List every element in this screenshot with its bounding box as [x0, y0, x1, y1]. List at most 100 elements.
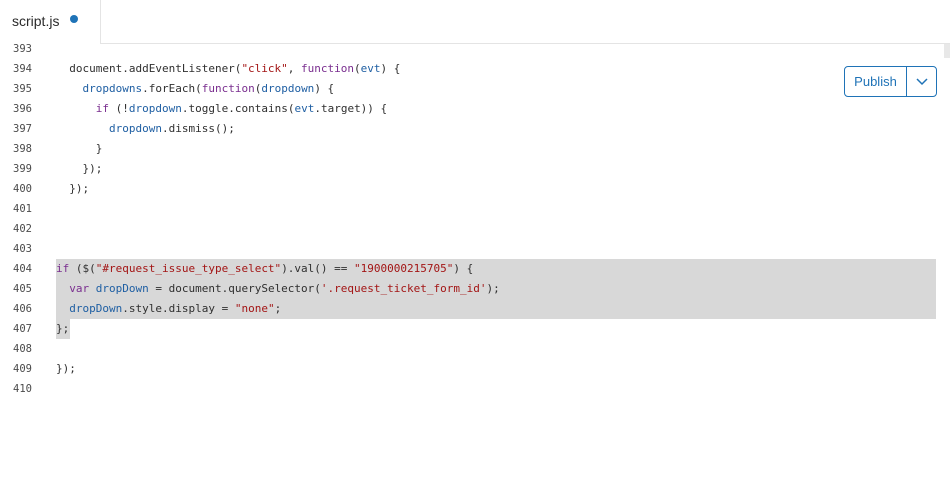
- tab-bar: script.js: [0, 0, 950, 44]
- code-line[interactable]: 405 var dropDown = document.querySelecto…: [0, 279, 950, 299]
- code-line[interactable]: 394 document.addEventListener("click", f…: [0, 59, 950, 79]
- code-line[interactable]: 399 });: [0, 159, 950, 179]
- code-token: .dismiss();: [161, 122, 235, 135]
- line-number: 394: [13, 63, 32, 75]
- code-token: .forEach(: [142, 82, 202, 95]
- code-line[interactable]: 398 }: [0, 139, 950, 159]
- publish-dropdown-button[interactable]: [907, 67, 936, 96]
- code-token: = document.querySelector(: [148, 282, 321, 295]
- code-token: (!: [109, 102, 129, 115]
- code-token: );: [486, 282, 500, 295]
- code-token: (: [354, 62, 361, 75]
- code-line[interactable]: 400 });: [0, 179, 950, 199]
- line-number: 399: [13, 163, 32, 175]
- code-text: var dropDown = document.querySelector('.…: [56, 279, 500, 299]
- code-token: ,: [287, 62, 302, 75]
- code-token: if: [56, 262, 70, 275]
- code-token: .toggle.contains(: [181, 102, 295, 115]
- line-number: 393: [13, 43, 32, 55]
- code-token: .target)) {: [314, 102, 388, 115]
- code-token: document.addEventListener(: [56, 62, 242, 75]
- code-text: });: [56, 159, 102, 179]
- unsaved-indicator-icon: [70, 15, 78, 23]
- code-token: ;: [274, 302, 282, 315]
- chevron-down-icon: [915, 77, 928, 85]
- code-line[interactable]: 407};: [0, 319, 950, 339]
- line-number: 396: [13, 103, 32, 115]
- code-token: dropdown: [261, 82, 315, 95]
- code-token: evt: [360, 62, 381, 75]
- line-number: 397: [13, 123, 32, 135]
- code-token: function: [301, 62, 355, 75]
- code-line[interactable]: 409});: [0, 359, 950, 379]
- line-number: 406: [13, 303, 32, 315]
- line-number: 398: [13, 143, 32, 155]
- code-line[interactable]: 404 if ($("#request_issue_type_select").v…: [0, 259, 950, 279]
- code-token: dropDown: [95, 282, 149, 295]
- code-token: dropdown: [128, 102, 182, 115]
- code-line[interactable]: 402: [0, 219, 950, 239]
- code-editor[interactable]: 393 394 document.addEventListener("click"…: [0, 39, 950, 399]
- code-text: };: [56, 319, 69, 339]
- publish-button[interactable]: Publish: [845, 67, 907, 96]
- line-number: 402: [13, 223, 32, 235]
- line-number: 407: [13, 323, 32, 335]
- code-token: dropdown: [108, 122, 162, 135]
- line-number: 395: [13, 83, 32, 95]
- code-line[interactable]: 397 dropdown.dismiss();: [0, 119, 950, 139]
- code-token: };: [56, 322, 70, 335]
- code-token: "click": [241, 62, 288, 75]
- code-token: evt: [294, 102, 315, 115]
- code-token: ).val() ==: [281, 262, 355, 275]
- line-number: 410: [13, 383, 32, 395]
- code-line[interactable]: 408: [0, 339, 950, 359]
- line-number: 403: [13, 243, 32, 255]
- code-text: });: [56, 179, 89, 199]
- code-token: "1900000215705": [354, 262, 454, 275]
- code-token: });: [56, 162, 103, 175]
- line-number: 405: [13, 283, 32, 295]
- line-number: 400: [13, 183, 32, 195]
- line-number: 401: [13, 203, 32, 215]
- code-line[interactable]: 395 dropdowns.forEach(function(dropdown)…: [0, 79, 950, 99]
- code-token: function: [201, 82, 255, 95]
- code-line[interactable]: 396 if (!dropdown.toggle.contains(evt.ta…: [0, 99, 950, 119]
- publish-split-button: Publish: [844, 66, 937, 97]
- code-text: if (!dropdown.toggle.contains(evt.target…: [56, 99, 387, 119]
- code-token: dropDown: [69, 302, 123, 315]
- code-text: if ($("#request_issue_type_select").val(…: [56, 259, 473, 279]
- code-line[interactable]: 401: [0, 199, 950, 219]
- code-token: ) {: [314, 82, 335, 95]
- code-token: '.request_ticket_form_id': [320, 282, 487, 295]
- code-token: ($(: [69, 262, 96, 275]
- line-number: 408: [13, 343, 32, 355]
- line-number: 409: [13, 363, 32, 375]
- code-token: ) {: [380, 62, 401, 75]
- code-line[interactable]: 393: [0, 39, 950, 59]
- code-line[interactable]: 410: [0, 379, 950, 399]
- tab-filename: script.js: [12, 13, 60, 29]
- code-token: var: [69, 282, 90, 295]
- code-token: if: [95, 102, 109, 115]
- code-line[interactable]: 403: [0, 239, 950, 259]
- code-text: dropdown.dismiss();: [56, 119, 235, 139]
- code-token: dropdowns: [82, 82, 143, 95]
- code-text: }: [56, 139, 103, 159]
- code-text: document.addEventListener("click", funct…: [56, 59, 400, 79]
- code-text: dropDown.style.display = "none";: [56, 299, 281, 319]
- code-token: });: [56, 182, 90, 195]
- code-token: ) {: [453, 262, 474, 275]
- code-token: "#request_issue_type_select": [95, 262, 282, 275]
- code-token: .style.display =: [122, 302, 235, 315]
- code-text: dropdowns.forEach(function(dropdown) {: [56, 79, 335, 99]
- code-text: });: [56, 359, 76, 379]
- line-number: 404: [13, 263, 32, 275]
- code-token: });: [56, 362, 76, 375]
- tab-script-js[interactable]: script.js: [0, 0, 101, 44]
- code-line[interactable]: 406 dropDown.style.display = "none";: [0, 299, 950, 319]
